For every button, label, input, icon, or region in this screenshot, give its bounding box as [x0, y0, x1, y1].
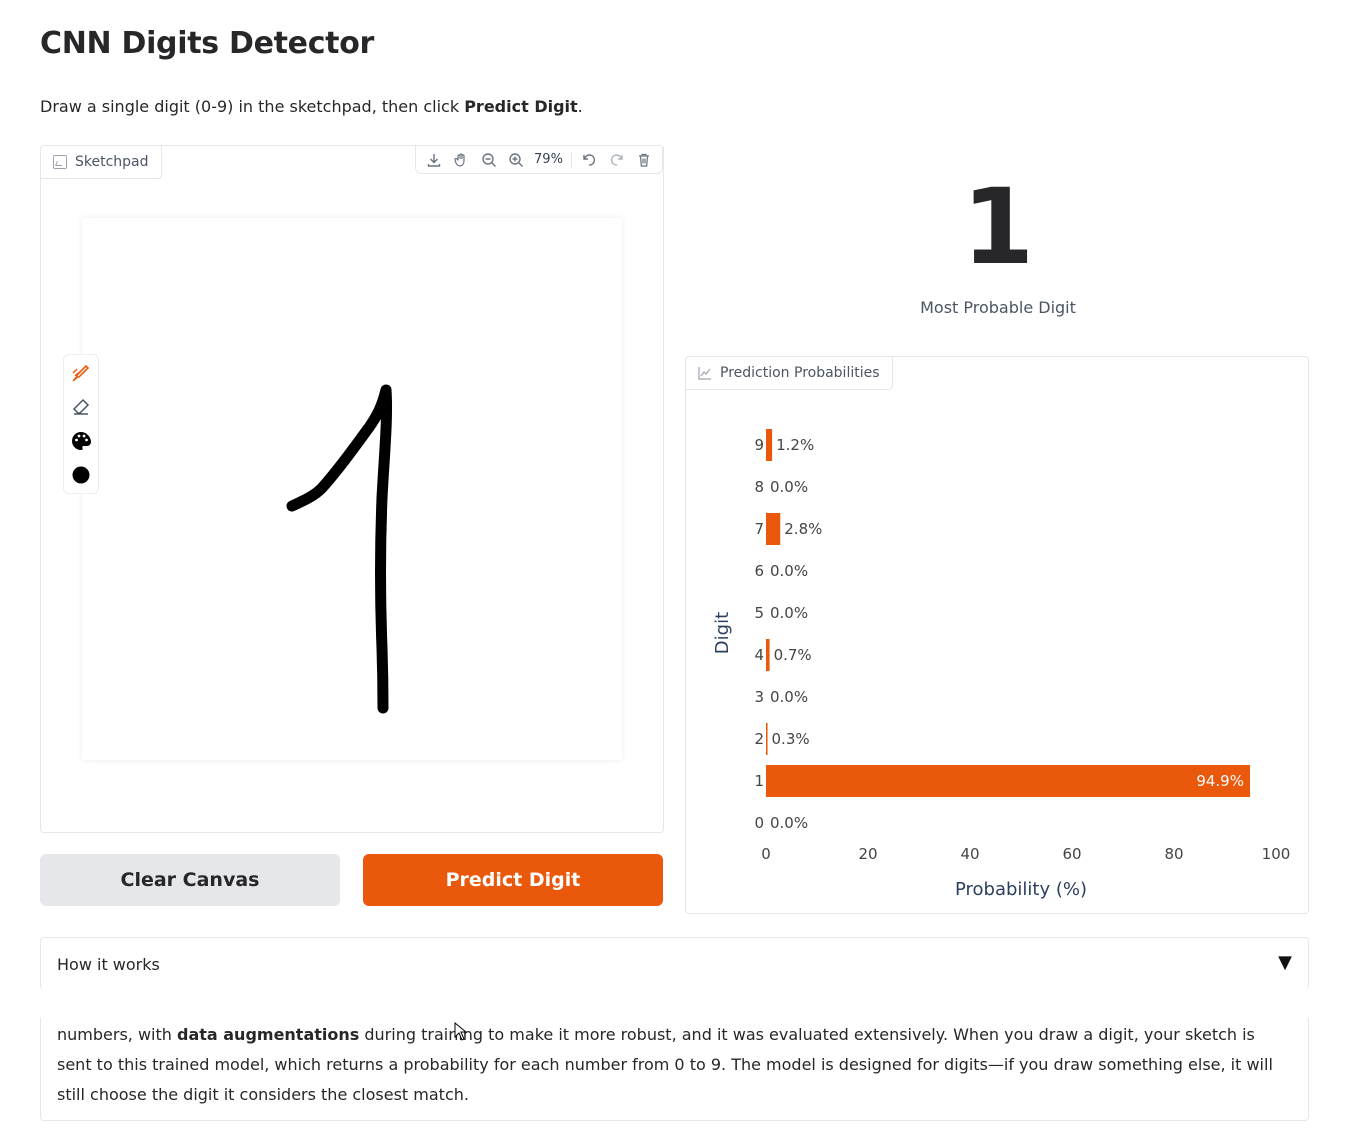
- y-tick-label: 9: [754, 436, 764, 454]
- x-tick-label: 20: [858, 845, 877, 863]
- trash-icon[interactable]: [634, 150, 654, 170]
- bar-value-label: 0.0%: [770, 604, 808, 622]
- predict-digit-button[interactable]: Predict Digit: [363, 854, 663, 906]
- toolbar-divider: [570, 151, 572, 168]
- brush-tools-panel: [63, 354, 99, 494]
- zoom-in-icon[interactable]: [506, 150, 526, 170]
- mouse-cursor-icon: [454, 1022, 468, 1041]
- redo-icon[interactable]: [607, 150, 627, 170]
- chart-icon: [698, 367, 711, 380]
- accordion-text-start: numbers, with: [57, 1025, 177, 1044]
- sketchpad-label-text: Sketchpad: [75, 154, 149, 170]
- collapse-arrow-icon[interactable]: ▼: [1278, 952, 1292, 973]
- brush-icon[interactable]: [69, 361, 93, 385]
- x-tick-label: 100: [1262, 845, 1291, 863]
- zoom-out-icon[interactable]: [479, 150, 499, 170]
- how-it-works-accordion[interactable]: How it works ▼: [40, 937, 1309, 990]
- predicted-digit-caption: Most Probable Digit: [920, 298, 1076, 317]
- y-axis-title: Digit: [712, 612, 733, 654]
- y-tick-label: 4: [754, 646, 764, 664]
- sketchpad-label: Sketchpad: [41, 146, 162, 179]
- bar-value-label: 1.2%: [776, 436, 814, 454]
- y-tick-label: 3: [754, 688, 764, 706]
- drawing-canvas[interactable]: [82, 218, 622, 760]
- x-tick-label: 40: [960, 845, 979, 863]
- bar-value-label: 94.9%: [1196, 772, 1244, 790]
- bar-value-label: 0.0%: [770, 562, 808, 580]
- image-icon: [53, 155, 67, 169]
- accordion-text-bold: data augmentations: [176, 1025, 360, 1044]
- y-tick-label: 8: [754, 478, 764, 496]
- zoom-level: 79%: [534, 152, 563, 167]
- palette-icon[interactable]: [69, 429, 93, 453]
- download-icon[interactable]: [424, 150, 444, 170]
- predicted-digit: 1: [961, 166, 1035, 288]
- x-tick-label: 80: [1164, 845, 1183, 863]
- bar-digit-1: [766, 765, 1250, 797]
- accordion-body: numbers, with data augmentations during …: [40, 1018, 1309, 1121]
- y-tick-label: 6: [754, 562, 764, 580]
- bar-value-label: 0.3%: [772, 730, 810, 748]
- bar-digit-2: [766, 723, 768, 755]
- clear-canvas-button[interactable]: Clear Canvas: [40, 854, 340, 906]
- probability-chart: 0 0.0% 1 94.9% 2 0.3% 3 0.0% 4 0.7% 5 0.0% 6 0.0% 7 2.8…: [712, 429, 1291, 900]
- description-bold: Predict Digit: [464, 97, 578, 116]
- drawn-digit-stroke: [286, 384, 393, 714]
- sketchpad-toolbar: 79%: [415, 146, 663, 174]
- sketchpad-panel: Sketchpad 79%: [40, 145, 664, 833]
- bar-value-label: 0.0%: [770, 814, 808, 832]
- brush-size-icon[interactable]: [69, 463, 93, 487]
- x-tick-label: 60: [1062, 845, 1081, 863]
- chart-panel-label: Prediction Probabilities: [686, 357, 893, 390]
- x-axis-title: Probability (%): [955, 879, 1087, 900]
- bar-value-label: 0.0%: [770, 688, 808, 706]
- bar-digit-9: [766, 429, 773, 461]
- eraser-icon[interactable]: [69, 395, 93, 419]
- bar-value-label: 2.8%: [784, 520, 822, 538]
- description-text: Draw a single digit (0-9) in the sketchp…: [40, 97, 465, 116]
- bar-value-label: 0.0%: [770, 478, 808, 496]
- bar-digit-7: [766, 513, 781, 545]
- bar-digit-4: [766, 639, 770, 671]
- description-end: .: [577, 97, 583, 116]
- y-tick-label: 5: [754, 604, 764, 622]
- y-tick-label: 7: [754, 520, 764, 538]
- accordion-label: How it works: [57, 955, 160, 974]
- y-tick-label: 2: [754, 730, 764, 748]
- x-tick-label: 0: [761, 845, 771, 863]
- bar-value-label: 0.7%: [774, 646, 812, 664]
- accordion-text: numbers, with data augmentations during …: [57, 1020, 1293, 1110]
- y-tick-label: 1: [754, 772, 764, 790]
- page-description: Draw a single digit (0-9) in the sketchp…: [40, 97, 583, 116]
- prediction-chart-panel: 0 0.0% 1 94.9% 2 0.3% 3 0.0% 4 0.7% 5 0.0% 6 0.0% 7 2.8…: [685, 356, 1309, 914]
- chart-panel-label-text: Prediction Probabilities: [720, 365, 880, 381]
- page-title: CNN Digits Detector: [40, 26, 375, 61]
- undo-icon[interactable]: [579, 150, 599, 170]
- pan-icon[interactable]: [451, 150, 471, 170]
- y-tick-label: 0: [754, 814, 764, 832]
